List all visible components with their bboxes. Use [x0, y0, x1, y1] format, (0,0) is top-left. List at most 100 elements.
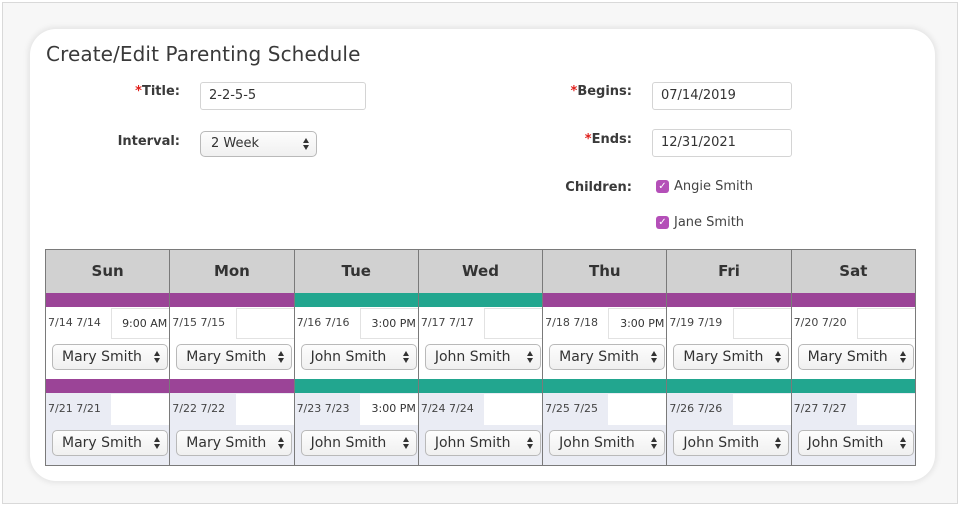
day-date: 7/23 7/23 [296, 401, 350, 415]
day-cell-bar [417, 378, 544, 393]
day-cell-bar [666, 292, 792, 307]
interval-select[interactable]: 2 Week [200, 131, 317, 157]
exchange-time-input[interactable] [235, 307, 294, 339]
exchange-time-input[interactable] [235, 393, 294, 425]
day-cell: 7/19 7/19 Mary Smith [666, 306, 792, 379]
select-arrows-icon [899, 436, 907, 450]
day-date: 7/15 7/15 [172, 315, 226, 329]
parent-select[interactable]: John Smith [300, 429, 417, 456]
checkbox-checked-icon[interactable]: ✓ [656, 216, 669, 229]
select-arrows-icon [303, 137, 310, 151]
parent-color-bar [294, 378, 418, 393]
day-cell: 7/20 7/20 Mary Smith [790, 306, 917, 379]
day-header-sun: Sun [44, 249, 171, 293]
parent-value: Mary Smith [186, 348, 267, 365]
child-checkbox-jane[interactable]: ✓ Jane Smith [656, 215, 744, 230]
day-cell-bar [293, 378, 419, 393]
day-date: 7/21 7/21 [48, 401, 101, 415]
parent-value: John Smith [434, 434, 511, 451]
parent-value: Mary Smith [62, 348, 142, 365]
day-cell-bar [169, 292, 295, 307]
exchange-time-input[interactable] [732, 307, 791, 339]
day-cell: 7/22 7/22 Mary Smith [169, 392, 295, 465]
parent-select[interactable]: Mary Smith [549, 343, 666, 370]
parent-color-bar [170, 378, 294, 393]
day-date: 7/19 7/19 [669, 315, 723, 329]
parent-value: John Smith [807, 434, 884, 451]
child-name: Angie Smith [674, 179, 753, 194]
day-cell-bar [44, 378, 171, 393]
begins-date-input[interactable]: 07/14/2019 [652, 82, 792, 110]
exchange-time-input[interactable]: 3:00 PM [608, 307, 667, 339]
exchange-time-input[interactable] [857, 393, 915, 425]
checkbox-checked-icon[interactable]: ✓ [656, 180, 669, 193]
select-arrows-icon [526, 350, 534, 364]
day-header-tue: Tue [293, 249, 419, 293]
parent-value: John Smith [434, 348, 511, 365]
parent-select[interactable]: John Smith [300, 343, 417, 370]
exchange-time-input[interactable] [111, 393, 170, 425]
exchange-time-input[interactable] [484, 307, 543, 339]
exchange-time-input[interactable]: 3:00 PM [359, 307, 418, 339]
day-header-mon: Mon [169, 249, 295, 293]
day-cell-bar [666, 378, 792, 393]
day-header-wed: Wed [417, 249, 544, 293]
parent-select[interactable]: Mary Smith [176, 343, 293, 370]
day-date: 7/18 7/18 [545, 315, 599, 329]
exchange-time-input[interactable]: 9:00 AM [111, 307, 170, 339]
day-date: 7/24 7/24 [420, 401, 474, 415]
day-cell: 7/17 7/17 John Smith [417, 306, 544, 379]
parent-select[interactable]: Mary Smith [797, 343, 914, 370]
day-cell: 7/14 7/14 9:00 AM Mary Smith [44, 306, 171, 379]
exchange-time-input[interactable]: 3:00 PM [359, 393, 418, 425]
parent-select[interactable]: Mary Smith [52, 429, 168, 456]
parent-value: Mary Smith [683, 348, 764, 365]
day-date: 7/26 7/26 [669, 401, 723, 415]
parent-color-bar [543, 378, 667, 393]
parent-value: John Smith [559, 434, 635, 451]
day-cell: 7/16 7/16 3:00 PM John Smith [293, 306, 419, 379]
parent-select[interactable]: John Smith [549, 429, 666, 456]
week-row: 7/21 7/21 Mary Smith 7/22 7/22 Mary Smith 7/… [44, 392, 917, 465]
day-date: 7/27 7/27 [793, 401, 847, 415]
day-cell: 7/25 7/25 John Smith [542, 392, 668, 465]
child-checkbox-angie[interactable]: ✓ Angie Smith [656, 179, 753, 194]
parent-select[interactable]: Mary Smith [673, 343, 790, 370]
parent-select[interactable]: Mary Smith [52, 343, 168, 370]
parent-color-bar [791, 378, 915, 393]
parent-select[interactable]: John Smith [797, 429, 914, 456]
parent-select[interactable]: Mary Smith [176, 429, 293, 456]
parent-select[interactable]: John Smith [424, 343, 541, 370]
day-cell: 7/27 7/27 John Smith [790, 392, 917, 465]
exchange-time-input[interactable] [857, 307, 915, 339]
ends-date-input[interactable]: 12/31/2021 [652, 129, 792, 157]
parent-value: John Smith [683, 434, 760, 451]
parent-color-bar [667, 292, 791, 307]
day-cell-bar [417, 292, 544, 307]
title-label: *Title: [135, 84, 180, 99]
parent-select[interactable]: John Smith [673, 429, 790, 456]
exchange-time-input[interactable] [484, 393, 543, 425]
exchange-time-input[interactable] [732, 393, 791, 425]
day-cell: 7/23 7/23 3:00 PM John Smith [293, 392, 419, 465]
exchange-time-input[interactable] [608, 393, 667, 425]
title-input[interactable]: 2-2-5-5 [200, 82, 366, 110]
interval-value: 2 Week [211, 136, 260, 151]
day-cell-bar [169, 378, 295, 393]
select-arrows-icon [526, 436, 534, 450]
parent-color-bar [791, 292, 915, 307]
select-arrows-icon [775, 350, 782, 364]
day-cell-bar [542, 292, 668, 307]
select-arrows-icon [278, 350, 285, 364]
day-header-row: Sun Mon Tue Wed Thu Fri Sat [44, 249, 917, 293]
parent-color-bar [46, 378, 170, 393]
day-date: 7/16 7/16 [296, 315, 350, 329]
page-title: Create/Edit Parenting Schedule [46, 42, 361, 66]
day-date: 7/17 7/17 [420, 315, 474, 329]
day-date: 7/22 7/22 [172, 401, 226, 415]
select-arrows-icon [402, 436, 410, 450]
day-cell: 7/21 7/21 Mary Smith [44, 392, 171, 465]
day-date: 7/25 7/25 [545, 401, 599, 415]
interval-label: Interval: [117, 134, 180, 149]
parent-select[interactable]: John Smith [424, 429, 541, 456]
